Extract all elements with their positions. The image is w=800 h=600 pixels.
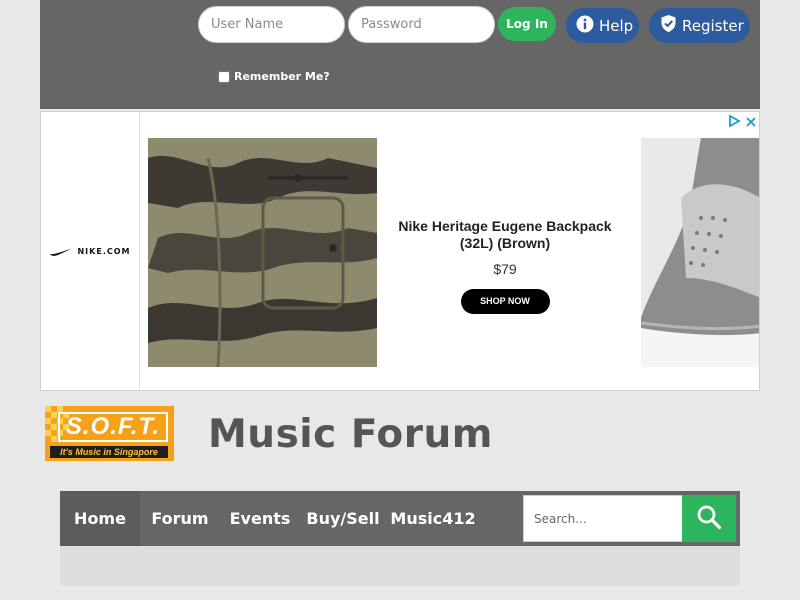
remember-me[interactable]: Remember Me? xyxy=(218,70,330,83)
search-icon xyxy=(696,504,722,534)
site-logo[interactable]: S.O.F.T. It's Music in Singapore xyxy=(45,406,174,461)
username-input[interactable] xyxy=(198,6,345,43)
nav-item-events[interactable]: Events xyxy=(220,491,300,546)
main-nav: Home Forum Events Buy/Sell Music412 xyxy=(60,491,740,555)
close-icon[interactable] xyxy=(745,113,757,132)
sneaker-image[interactable] xyxy=(641,138,759,367)
ad-price: $79 xyxy=(493,261,517,277)
search-button[interactable] xyxy=(682,495,736,542)
adchoices-icon[interactable] xyxy=(727,113,741,132)
login-button[interactable]: Log In xyxy=(498,7,556,41)
help-label: Help xyxy=(599,16,634,35)
register-label: Register xyxy=(682,16,744,35)
logo-tagline: It's Music in Singapore xyxy=(50,446,168,458)
login-bar: Log In Help Register Remember Me? xyxy=(40,0,760,109)
info-icon xyxy=(576,15,594,37)
sub-nav-bar xyxy=(60,546,740,586)
ad-banner[interactable]: NIKE.COM Nike Heritage Eugene Backpack (… xyxy=(40,111,760,391)
backpack-image[interactable] xyxy=(148,138,377,367)
remember-checkbox[interactable] xyxy=(218,70,230,83)
ad-brand-text: NIKE.COM xyxy=(77,246,131,256)
nike-swoosh-icon xyxy=(49,242,73,261)
ad-product-title[interactable]: Nike Heritage Eugene Backpack (32L) (Bro… xyxy=(397,218,613,252)
nav-item-forum[interactable]: Forum xyxy=(140,491,220,546)
register-button[interactable]: Register xyxy=(649,8,750,43)
search-input[interactable] xyxy=(523,495,683,542)
password-input[interactable] xyxy=(348,6,495,43)
logo-name: S.O.F.T. xyxy=(58,412,168,442)
ad-controls xyxy=(727,113,757,132)
nav-item-home[interactable]: Home xyxy=(60,491,140,555)
shield-check-icon xyxy=(660,14,677,37)
ad-brand[interactable]: NIKE.COM xyxy=(41,112,140,390)
site-title: Music Forum xyxy=(208,412,493,457)
shop-now-button[interactable]: SHOP NOW xyxy=(460,289,550,314)
nav-item-music412[interactable]: Music412 xyxy=(386,491,480,546)
nav-item-buysell[interactable]: Buy/Sell xyxy=(300,491,386,546)
help-button[interactable]: Help xyxy=(566,8,639,43)
nav-item-label: Home xyxy=(74,509,126,528)
remember-label: Remember Me? xyxy=(234,70,330,83)
ad-info: Nike Heritage Eugene Backpack (32L) (Bro… xyxy=(397,218,613,314)
